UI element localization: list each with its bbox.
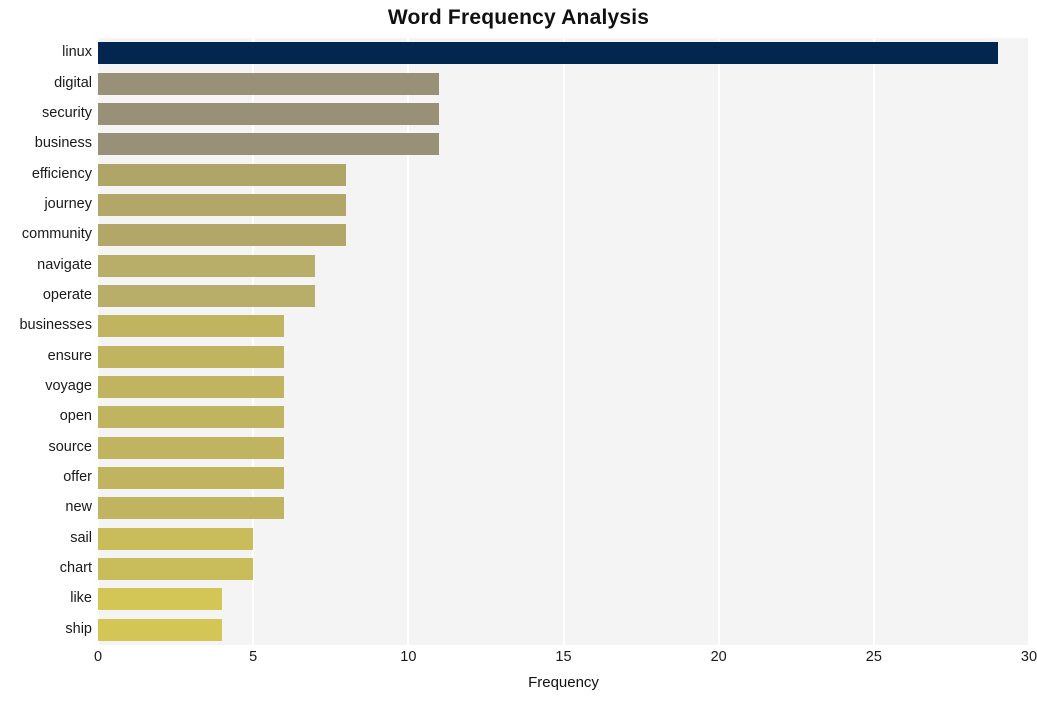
- plot-area: [98, 38, 1029, 645]
- y-tick-label-ensure: ensure: [47, 347, 92, 364]
- bar-operate[interactable]: [98, 284, 316, 307]
- bar-chart[interactable]: [98, 558, 254, 581]
- y-tick-label-businesses: businesses: [19, 317, 92, 334]
- y-tick-label-business: business: [34, 135, 92, 152]
- y-tick-label-community: community: [21, 226, 92, 243]
- y-tick-label-ship: ship: [65, 620, 92, 637]
- bar-security[interactable]: [98, 102, 440, 125]
- y-tick-label-source: source: [48, 438, 92, 455]
- bar-linux[interactable]: [98, 42, 998, 65]
- bar-business[interactable]: [98, 133, 440, 156]
- x-axis-tick-labels: 0 5 10 15 20 25 30: [0, 650, 1037, 672]
- y-tick-label-sail: sail: [70, 529, 92, 546]
- x-tick-label-20: 20: [710, 649, 727, 665]
- y-tick-label-offer: offer: [63, 469, 92, 486]
- bar-like[interactable]: [98, 588, 223, 611]
- bar-businesses[interactable]: [98, 315, 285, 338]
- bar-offer[interactable]: [98, 467, 285, 490]
- bar-community[interactable]: [98, 224, 347, 247]
- bar-source[interactable]: [98, 436, 285, 459]
- y-tick-label-journey: journey: [44, 195, 92, 212]
- bar-navigate[interactable]: [98, 254, 316, 277]
- y-tick-label-voyage: voyage: [45, 378, 92, 395]
- bar-new[interactable]: [98, 497, 285, 520]
- bar-ensure[interactable]: [98, 345, 285, 368]
- x-tick-label-30: 30: [1020, 649, 1037, 665]
- x-tick-label-10: 10: [400, 649, 417, 665]
- chart-title: Word Frequency Analysis: [387, 6, 650, 29]
- y-tick-label-security: security: [42, 104, 92, 121]
- y-tick-label-linux: linux: [62, 44, 92, 61]
- x-tick-label-5: 5: [249, 649, 258, 665]
- y-tick-label-chart: chart: [59, 560, 92, 577]
- x-tick-label-15: 15: [555, 649, 572, 665]
- y-axis-tick-labels: linux digital security business efficiency jo…: [0, 38, 92, 645]
- x-tick-label-25: 25: [865, 649, 882, 665]
- bar-digital[interactable]: [98, 72, 440, 95]
- x-axis-title: Frequency: [528, 674, 599, 691]
- bar-ship[interactable]: [98, 618, 223, 641]
- y-tick-label-efficiency: efficiency: [31, 165, 92, 182]
- y-tick-label-new: new: [65, 499, 92, 516]
- bar-efficiency[interactable]: [98, 163, 347, 186]
- word-frequency-bar-chart: Word Frequency Analysis linux digital secu…: [0, 0, 1037, 701]
- y-tick-label-like: like: [70, 590, 92, 607]
- y-tick-label-navigate: navigate: [37, 256, 92, 273]
- y-tick-label-operate: operate: [42, 286, 92, 303]
- bars-container: [98, 38, 1029, 645]
- bar-voyage[interactable]: [98, 376, 285, 399]
- bar-journey[interactable]: [98, 193, 347, 216]
- bar-sail[interactable]: [98, 527, 254, 550]
- bar-open[interactable]: [98, 406, 285, 429]
- x-tick-label-0: 0: [93, 649, 103, 665]
- y-tick-label-open: open: [59, 408, 92, 425]
- y-tick-label-digital: digital: [54, 74, 92, 91]
